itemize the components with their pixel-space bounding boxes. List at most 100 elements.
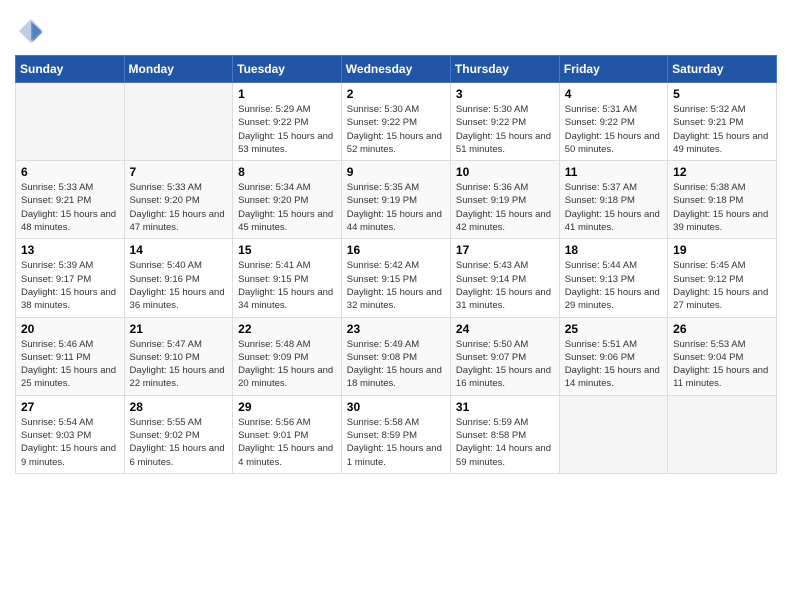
day-number: 14 bbox=[130, 243, 228, 257]
calendar-cell: 15Sunrise: 5:41 AM Sunset: 9:15 PM Dayli… bbox=[233, 239, 342, 317]
calendar-week-row: 1 Sunrise: 5:29 AM Sunset: 9:22 PM Daylig… bbox=[16, 83, 777, 161]
day-info: Sunrise: 5:44 AM Sunset: 9:13 PM Dayligh… bbox=[565, 259, 662, 312]
calendar-week-row: 27 Sunrise: 5:54 AM Sunset: 9:03 PM Dayli… bbox=[16, 395, 777, 473]
day-info: Sunrise: 5:35 AM Sunset: 9:19 PM Dayligh… bbox=[347, 181, 445, 234]
day-number: 28 bbox=[130, 400, 228, 414]
day-of-week-header: Sunday bbox=[16, 56, 125, 83]
calendar-cell: 20Sunrise: 5:46 AM Sunset: 9:11 PM Dayli… bbox=[16, 317, 125, 395]
day-info: Sunrise: 5:42 AM Sunset: 9:15 PM Dayligh… bbox=[347, 259, 445, 312]
day-of-week-header: Saturday bbox=[668, 56, 777, 83]
calendar-cell: 19 Sunrise: 5:45 AM Sunset: 9:12 PM Dayli… bbox=[668, 239, 777, 317]
day-of-week-header: Monday bbox=[124, 56, 233, 83]
day-number: 7 bbox=[130, 165, 228, 179]
calendar-cell: 25 Sunrise: 5:51 AM Sunset: 9:06 PM Dayli… bbox=[559, 317, 667, 395]
day-info: Sunrise: 5:40 AM Sunset: 9:16 PM Dayligh… bbox=[130, 259, 228, 312]
day-number: 23 bbox=[347, 322, 445, 336]
calendar-cell: 23 Sunrise: 5:49 AM Sunset: 9:08 PM Dayli… bbox=[341, 317, 450, 395]
day-info: Sunrise: 5:30 AM Sunset: 9:22 PM Dayligh… bbox=[456, 103, 554, 156]
calendar-cell: 18 Sunrise: 5:44 AM Sunset: 9:13 PM Dayli… bbox=[559, 239, 667, 317]
day-of-week-header: Tuesday bbox=[233, 56, 342, 83]
day-number: 2 bbox=[347, 87, 445, 101]
day-info: Sunrise: 5:33 AM Sunset: 9:20 PM Dayligh… bbox=[130, 181, 228, 234]
day-number: 8 bbox=[238, 165, 336, 179]
calendar-cell: 9 Sunrise: 5:35 AM Sunset: 9:19 PM Daylig… bbox=[341, 161, 450, 239]
day-info: Sunrise: 5:47 AM Sunset: 9:10 PM Dayligh… bbox=[130, 338, 228, 391]
day-info: Sunrise: 5:38 AM Sunset: 9:18 PM Dayligh… bbox=[673, 181, 771, 234]
day-info: Sunrise: 5:48 AM Sunset: 9:09 PM Dayligh… bbox=[238, 338, 336, 391]
day-info: Sunrise: 5:30 AM Sunset: 9:22 PM Dayligh… bbox=[347, 103, 445, 156]
day-number: 3 bbox=[456, 87, 554, 101]
calendar-cell: 13 Sunrise: 5:39 AM Sunset: 9:17 PM Dayli… bbox=[16, 239, 125, 317]
calendar-cell: 2 Sunrise: 5:30 AM Sunset: 9:22 PM Daylig… bbox=[341, 83, 450, 161]
calendar-cell: 14 Sunrise: 5:40 AM Sunset: 9:16 PM Dayli… bbox=[124, 239, 233, 317]
day-number: 22 bbox=[238, 322, 336, 336]
day-number: 12 bbox=[673, 165, 771, 179]
day-info: Sunrise: 5:49 AM Sunset: 9:08 PM Dayligh… bbox=[347, 338, 445, 391]
day-number: 20 bbox=[21, 322, 119, 336]
calendar-cell: 7 Sunrise: 5:33 AM Sunset: 9:20 PM Daylig… bbox=[124, 161, 233, 239]
day-number: 27 bbox=[21, 400, 119, 414]
calendar-cell: 8Sunrise: 5:34 AM Sunset: 9:20 PM Daylig… bbox=[233, 161, 342, 239]
day-number: 13 bbox=[21, 243, 119, 257]
calendar-week-row: 20Sunrise: 5:46 AM Sunset: 9:11 PM Dayli… bbox=[16, 317, 777, 395]
day-number: 21 bbox=[130, 322, 228, 336]
day-number: 5 bbox=[673, 87, 771, 101]
calendar-cell: 24 Sunrise: 5:50 AM Sunset: 9:07 PM Dayli… bbox=[450, 317, 559, 395]
day-info: Sunrise: 5:39 AM Sunset: 9:17 PM Dayligh… bbox=[21, 259, 119, 312]
calendar-cell bbox=[559, 395, 667, 473]
day-info: Sunrise: 5:31 AM Sunset: 9:22 PM Dayligh… bbox=[565, 103, 662, 156]
day-info: Sunrise: 5:58 AM Sunset: 8:59 PM Dayligh… bbox=[347, 416, 445, 469]
day-number: 18 bbox=[565, 243, 662, 257]
day-number: 6 bbox=[21, 165, 119, 179]
day-of-week-header: Wednesday bbox=[341, 56, 450, 83]
calendar-cell bbox=[124, 83, 233, 161]
logo-icon bbox=[15, 15, 47, 47]
calendar-cell: 29Sunrise: 5:56 AM Sunset: 9:01 PM Dayli… bbox=[233, 395, 342, 473]
day-number: 17 bbox=[456, 243, 554, 257]
calendar-week-row: 13 Sunrise: 5:39 AM Sunset: 9:17 PM Dayli… bbox=[16, 239, 777, 317]
calendar-week-row: 6 Sunrise: 5:33 AM Sunset: 9:21 PM Daylig… bbox=[16, 161, 777, 239]
day-number: 1 bbox=[238, 87, 336, 101]
day-info: Sunrise: 5:29 AM Sunset: 9:22 PM Dayligh… bbox=[238, 103, 336, 156]
calendar-cell: 17 Sunrise: 5:43 AM Sunset: 9:14 PM Dayli… bbox=[450, 239, 559, 317]
day-number: 10 bbox=[456, 165, 554, 179]
day-of-week-header: Thursday bbox=[450, 56, 559, 83]
day-info: Sunrise: 5:53 AM Sunset: 9:04 PM Dayligh… bbox=[673, 338, 771, 391]
logo bbox=[15, 15, 51, 47]
day-number: 9 bbox=[347, 165, 445, 179]
calendar-cell: 1 Sunrise: 5:29 AM Sunset: 9:22 PM Daylig… bbox=[233, 83, 342, 161]
day-number: 31 bbox=[456, 400, 554, 414]
day-info: Sunrise: 5:36 AM Sunset: 9:19 PM Dayligh… bbox=[456, 181, 554, 234]
day-info: Sunrise: 5:43 AM Sunset: 9:14 PM Dayligh… bbox=[456, 259, 554, 312]
day-info: Sunrise: 5:33 AM Sunset: 9:21 PM Dayligh… bbox=[21, 181, 119, 234]
day-number: 24 bbox=[456, 322, 554, 336]
page-header bbox=[15, 15, 777, 47]
calendar-cell bbox=[668, 395, 777, 473]
calendar-cell: 12 Sunrise: 5:38 AM Sunset: 9:18 PM Dayli… bbox=[668, 161, 777, 239]
day-number: 15 bbox=[238, 243, 336, 257]
calendar-cell: 11Sunrise: 5:37 AM Sunset: 9:18 PM Dayli… bbox=[559, 161, 667, 239]
day-info: Sunrise: 5:45 AM Sunset: 9:12 PM Dayligh… bbox=[673, 259, 771, 312]
calendar-cell: 26Sunrise: 5:53 AM Sunset: 9:04 PM Dayli… bbox=[668, 317, 777, 395]
calendar-cell: 27 Sunrise: 5:54 AM Sunset: 9:03 PM Dayli… bbox=[16, 395, 125, 473]
day-info: Sunrise: 5:32 AM Sunset: 9:21 PM Dayligh… bbox=[673, 103, 771, 156]
day-number: 30 bbox=[347, 400, 445, 414]
calendar-cell: 10 Sunrise: 5:36 AM Sunset: 9:19 PM Dayli… bbox=[450, 161, 559, 239]
day-info: Sunrise: 5:59 AM Sunset: 8:58 PM Dayligh… bbox=[456, 416, 554, 469]
calendar-header-row: SundayMondayTuesdayWednesdayThursdayFrid… bbox=[16, 56, 777, 83]
day-info: Sunrise: 5:51 AM Sunset: 9:06 PM Dayligh… bbox=[565, 338, 662, 391]
day-number: 25 bbox=[565, 322, 662, 336]
day-number: 19 bbox=[673, 243, 771, 257]
day-number: 11 bbox=[565, 165, 662, 179]
day-info: Sunrise: 5:50 AM Sunset: 9:07 PM Dayligh… bbox=[456, 338, 554, 391]
day-number: 16 bbox=[347, 243, 445, 257]
day-number: 29 bbox=[238, 400, 336, 414]
day-info: Sunrise: 5:54 AM Sunset: 9:03 PM Dayligh… bbox=[21, 416, 119, 469]
day-of-week-header: Friday bbox=[559, 56, 667, 83]
calendar-cell: 31 Sunrise: 5:59 AM Sunset: 8:58 PM Dayli… bbox=[450, 395, 559, 473]
calendar-cell: 6 Sunrise: 5:33 AM Sunset: 9:21 PM Daylig… bbox=[16, 161, 125, 239]
calendar-cell bbox=[16, 83, 125, 161]
day-info: Sunrise: 5:55 AM Sunset: 9:02 PM Dayligh… bbox=[130, 416, 228, 469]
calendar-cell: 30 Sunrise: 5:58 AM Sunset: 8:59 PM Dayli… bbox=[341, 395, 450, 473]
calendar-cell: 28 Sunrise: 5:55 AM Sunset: 9:02 PM Dayli… bbox=[124, 395, 233, 473]
